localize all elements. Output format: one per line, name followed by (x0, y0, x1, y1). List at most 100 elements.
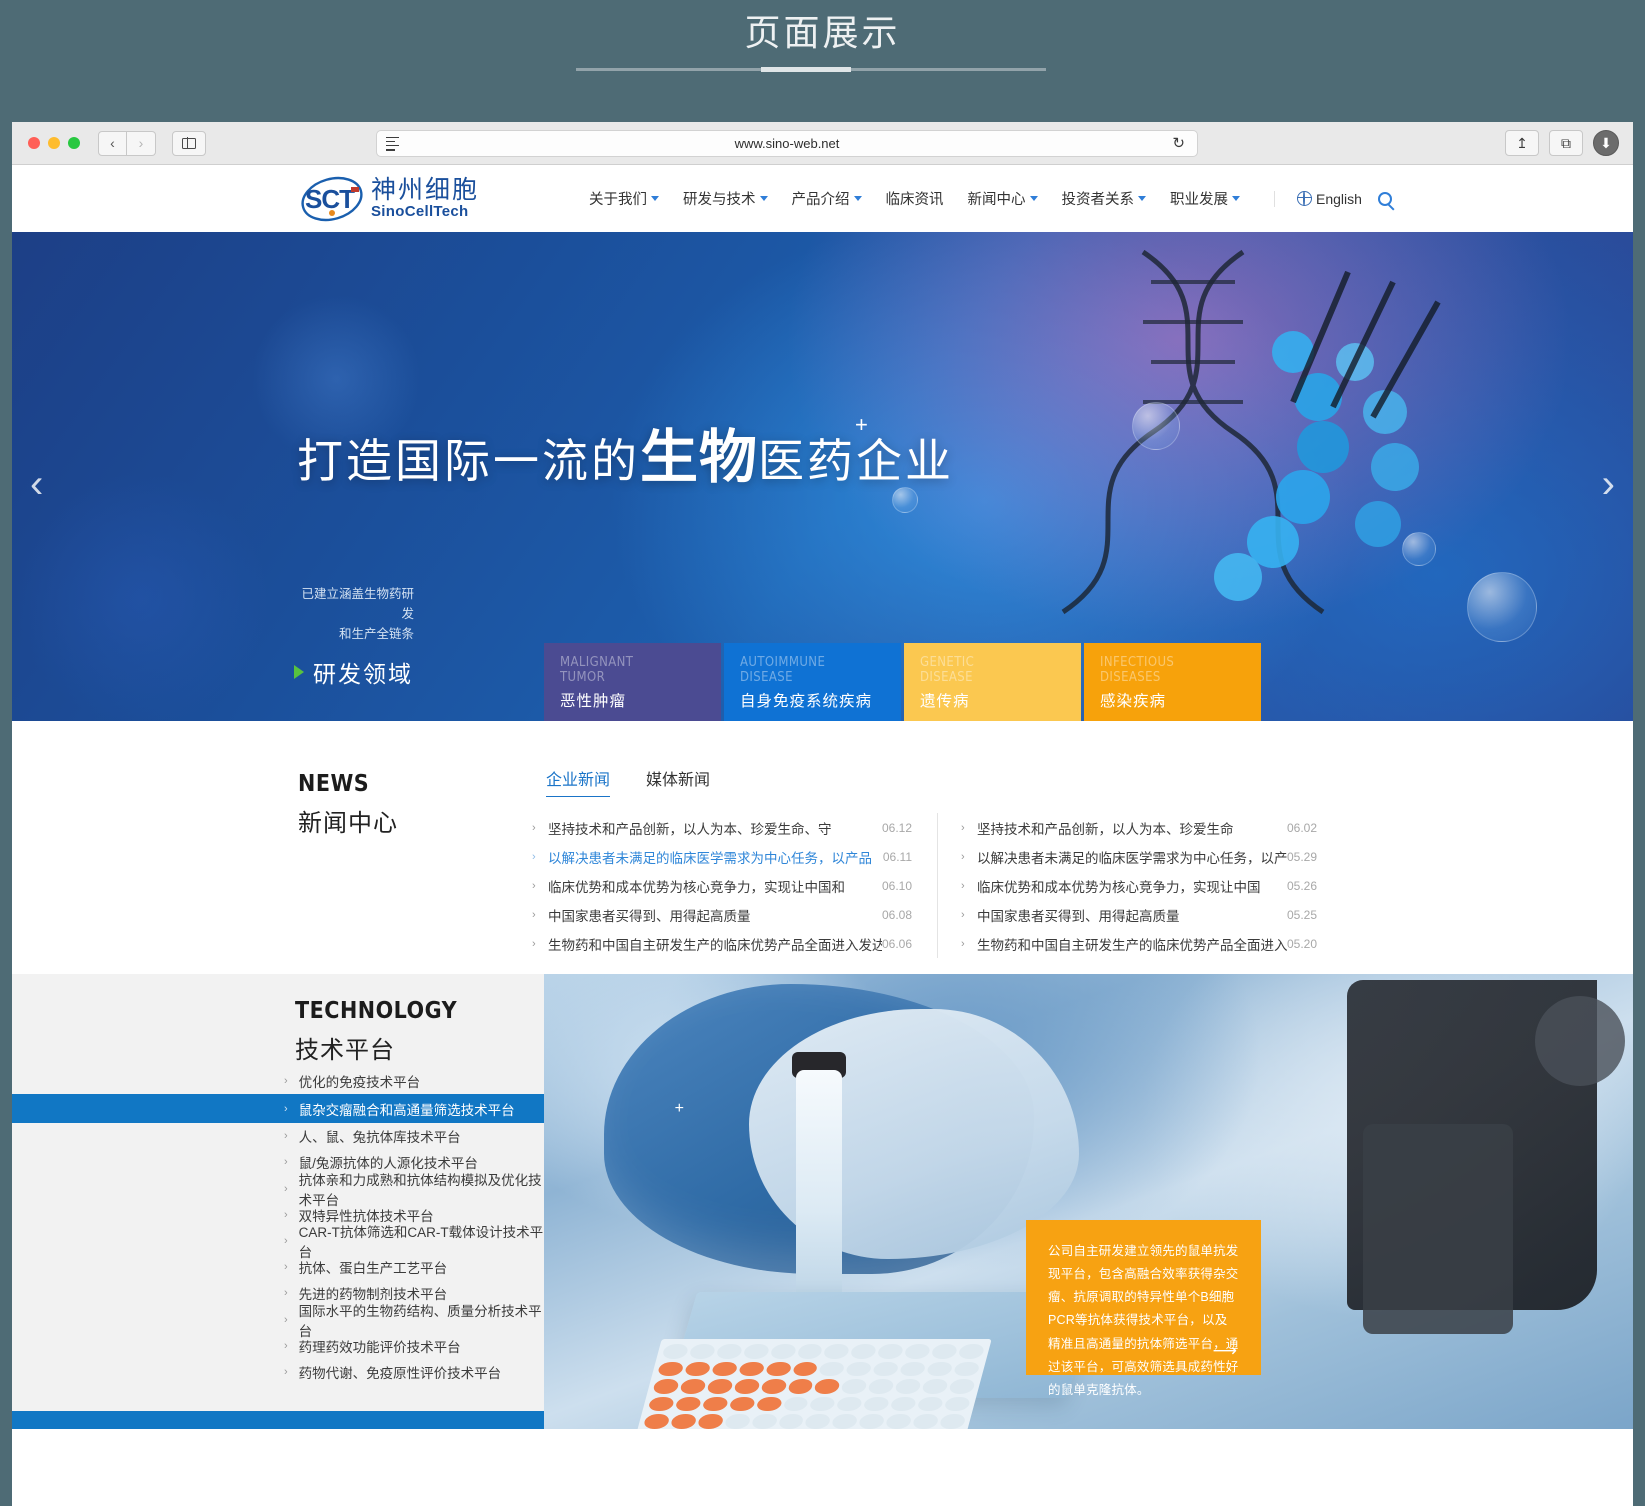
tech-item[interactable]: › 药理药效功能评价技术平台 (12, 1333, 544, 1359)
carousel-next-arrow[interactable]: › (1602, 464, 1615, 504)
technology-bottom-strip (12, 1411, 544, 1429)
address-bar[interactable]: www.sino-web.net ↻ (376, 129, 1198, 157)
menu-item-careers[interactable]: 职业发展 (1170, 188, 1241, 209)
tab-corporate-news[interactable]: 企业新闻 (546, 766, 611, 797)
tech-item-label: 人、鼠、兔抗体库技术平台 (298, 1130, 461, 1146)
back-icon[interactable]: ‹ (98, 130, 127, 156)
tech-item[interactable]: › 药物代谢、免疫原性评价技术平台 (12, 1359, 544, 1385)
news-item[interactable]: › 坚持技术和产品创新，以人为本、珍爱生命、守 06.12 (532, 813, 912, 842)
navigation-buttons[interactable]: ‹ › (98, 130, 156, 156)
news-item[interactable]: › 临床优势和成本优势为核心竞争力，实现让中国 05.26 (961, 871, 1317, 900)
menu-label: 新闻中心 (967, 192, 1026, 208)
chevron-right-icon: › (532, 908, 536, 921)
menu-item-news[interactable]: 新闻中心 (968, 188, 1038, 209)
rnd-field-link[interactable]: 研发领域 (294, 655, 413, 689)
reload-icon[interactable]: ↻ (1172, 134, 1185, 152)
bubble-decoration (1467, 572, 1537, 642)
card-en-text: AUTOIMMUNE DISEASE (740, 655, 885, 686)
tech-item[interactable]: › 优化的免疫技术平台 (12, 1068, 544, 1094)
news-item[interactable]: › 以解决患者未满足的临床医学需求为中心任务，以产品 06.11 (532, 842, 912, 871)
chevron-right-icon: › (532, 879, 536, 892)
news-title: 以解决患者未满足的临床医学需求为中心任务，以产品 (548, 850, 872, 866)
menu-item-about[interactable]: 关于我们 (589, 188, 660, 209)
logo-text: 神州细胞 SinoCellTech (371, 177, 479, 221)
menu-label: 研发与技术 (683, 192, 756, 208)
language-label: English (1316, 190, 1362, 207)
news-item[interactable]: › 生物药和中国自主研发生产的临床优势产品全面进入发 05.20 (961, 929, 1317, 958)
chevron-right-icon: › (532, 937, 536, 950)
card-infectious-diseases[interactable]: INFECTIOUS DISEASES 感染疾病 (1084, 643, 1261, 721)
card-genetic-disease[interactable]: GENETIC DISEASE 遗传病 (904, 643, 1081, 721)
news-title: 生物药和中国自主研发生产的临床优势产品全面进入发 (977, 937, 1287, 953)
technology-list: › 优化的免疫技术平台 › 鼠杂交瘤融合和高通量筛选技术平台 + › 人、鼠、兔… (12, 1068, 684, 1385)
news-item[interactable]: › 以解决患者未满足的临床医学需求为中心任务，以产 05.29 (961, 842, 1317, 871)
news-item[interactable]: › 坚持技术和产品创新，以人为本、珍爱生命 06.02 (961, 813, 1317, 842)
language-switcher[interactable]: English (1296, 190, 1362, 207)
reader-view-icon[interactable] (386, 136, 399, 154)
carousel-prev-arrow[interactable]: ‹ (30, 464, 43, 504)
hero-headline-part1: 打造国际一流的 (297, 435, 640, 487)
card-en-text: INFECTIOUS DISEASES (1100, 655, 1245, 686)
minimize-window-icon[interactable] (48, 137, 60, 149)
browser-toolbar: ‹ › www.sino-web.net ↻ ↥ ⧉ ⬇ (12, 122, 1633, 165)
card-en-line1: GENETIC (920, 655, 975, 670)
chevron-right-icon: › (284, 1261, 288, 1274)
hero-note: 已建立涵盖生物药研发 和生产全链条 (292, 584, 414, 644)
svg-text:SCT: SCT (305, 184, 355, 214)
tab-media-news[interactable]: 媒体新闻 (646, 766, 710, 797)
chevron-right-icon: › (961, 879, 965, 892)
technology-heading-en: TECHNOLOGY (295, 998, 458, 1024)
search-icon[interactable] (1377, 191, 1392, 206)
chevron-down-icon (1138, 196, 1147, 201)
menu-item-products[interactable]: 产品介绍 (792, 188, 862, 209)
card-en-text: MALIGNANT TUMOR (560, 655, 705, 686)
close-window-icon[interactable] (28, 137, 40, 149)
news-item[interactable]: › 中国家患者买得到、用得起高质量 05.25 (961, 900, 1317, 929)
download-icon[interactable]: ⬇ (1593, 130, 1619, 156)
card-malignant-tumor[interactable]: MALIGNANT TUMOR 恶性肿瘤 (544, 643, 721, 721)
hero-note-line1: 已建立涵盖生物药研发 (301, 587, 414, 621)
tech-item-active[interactable]: › 鼠杂交瘤融合和高通量筛选技术平台 + (12, 1094, 684, 1124)
tech-item[interactable]: › CAR-T抗体筛选和CAR-T载体设计技术平台 (12, 1225, 544, 1260)
sidebar-toggle-button[interactable] (172, 130, 206, 156)
hero-banner: 打造国际一流的生物医药企业 + ‹ › 已建立涵盖生物药研发 和生产全链条 研发… (12, 232, 1633, 721)
card-en-line1: AUTOIMMUNE (740, 655, 826, 670)
main-menu: 关于我们 研发与技术 产品介绍 临床资讯 新闻中心 投资者关系 职业发展 (589, 188, 1241, 209)
site-navigation: SCT 神州细胞 SinoCellTech 关于我们 研发与技术 产品介绍 临床… (12, 165, 1633, 232)
tech-item[interactable]: › 人、鼠、兔抗体库技术平台 (12, 1123, 544, 1149)
maximize-window-icon[interactable] (68, 137, 80, 149)
tech-item[interactable]: › 抗体亲和力成熟和抗体结构模拟及优化技术平台 (12, 1173, 544, 1208)
news-date: 06.06 (881, 936, 912, 951)
news-date: 06.02 (1286, 820, 1317, 835)
chevron-right-icon: › (284, 1156, 288, 1169)
bubble-decoration (1402, 532, 1436, 566)
menu-item-clinical[interactable]: 临床资讯 (886, 188, 944, 209)
news-item[interactable]: › 中国家患者买得到、用得起高质量 06.08 (532, 900, 912, 929)
callout-arrow-icon[interactable]: ⟶ (1213, 1341, 1237, 1361)
share-icon[interactable]: ↥ (1505, 130, 1539, 156)
card-cn-label: 恶性肿瘤 (560, 693, 627, 710)
card-cn-label: 遗传病 (920, 693, 970, 710)
news-item[interactable]: › 生物药和中国自主研发生产的临床优势产品全面进入发达国 06.06 (532, 929, 912, 958)
chevron-right-icon: › (532, 850, 536, 863)
globe-icon (1296, 190, 1313, 207)
forward-icon[interactable]: › (127, 130, 156, 156)
news-section: NEWS 新闻中心 企业新闻 媒体新闻 › 坚持技术和产品创新，以人为本、珍爱生… (12, 721, 1633, 974)
tech-item[interactable]: › 国际水平的生物药结构、质量分析技术平台 (12, 1304, 544, 1339)
news-date: 06.11 (882, 849, 912, 864)
window-traffic-lights[interactable] (28, 137, 80, 149)
news-item[interactable]: › 临床优势和成本优势为核心竞争力，实现让中国和 06.10 (532, 871, 912, 900)
card-autoimmune-disease[interactable]: AUTOIMMUNE DISEASE 自身免疫系统疾病 (724, 643, 901, 721)
toolbar-right-buttons[interactable]: ↥ ⧉ ⬇ (1505, 130, 1619, 156)
browser-window: ‹ › www.sino-web.net ↻ ↥ ⧉ ⬇ SCT 神州细胞 Si… (12, 122, 1633, 1506)
menu-item-rnd[interactable]: 研发与技术 (683, 188, 768, 209)
technology-heading: TECHNOLOGY 技术平台 (295, 998, 457, 1065)
site-logo[interactable]: SCT 神州细胞 SinoCellTech (299, 175, 479, 223)
menu-item-investors[interactable]: 投资者关系 (1062, 188, 1147, 209)
plus-icon[interactable]: + (675, 1100, 684, 1118)
tabs-overview-icon[interactable]: ⧉ (1549, 130, 1583, 156)
technology-heading-cn: 技术平台 (295, 1037, 395, 1064)
tech-item[interactable]: › 抗体、蛋白生产工艺平台 (12, 1254, 544, 1280)
news-title: 以解决患者未满足的临床医学需求为中心任务，以产 (977, 850, 1287, 866)
news-title: 中国家患者买得到、用得起高质量 (548, 908, 751, 924)
